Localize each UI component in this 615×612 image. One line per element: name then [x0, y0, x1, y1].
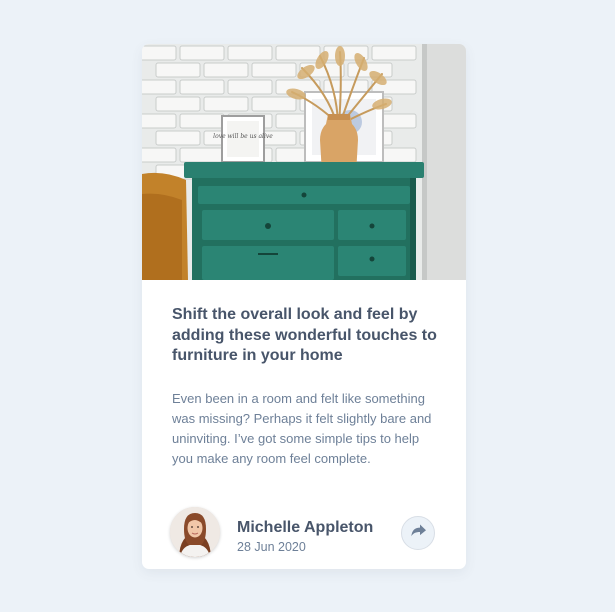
article-excerpt: Even been in a room and felt like someth… [172, 391, 432, 466]
article-title: Shift the overall look and feel by addin… [172, 306, 437, 364]
frame-lettering: love will be us alive [213, 133, 273, 140]
hero-image: love will be us alive [142, 44, 466, 280]
share-icon [410, 524, 426, 542]
post-date: 28 Jun 2020 [237, 540, 306, 554]
share-button[interactable] [401, 516, 435, 550]
author-name: Michelle Appleton [237, 519, 374, 536]
avatar [170, 507, 220, 557]
article-card: love will be us alive Shift the overall … [142, 44, 466, 569]
